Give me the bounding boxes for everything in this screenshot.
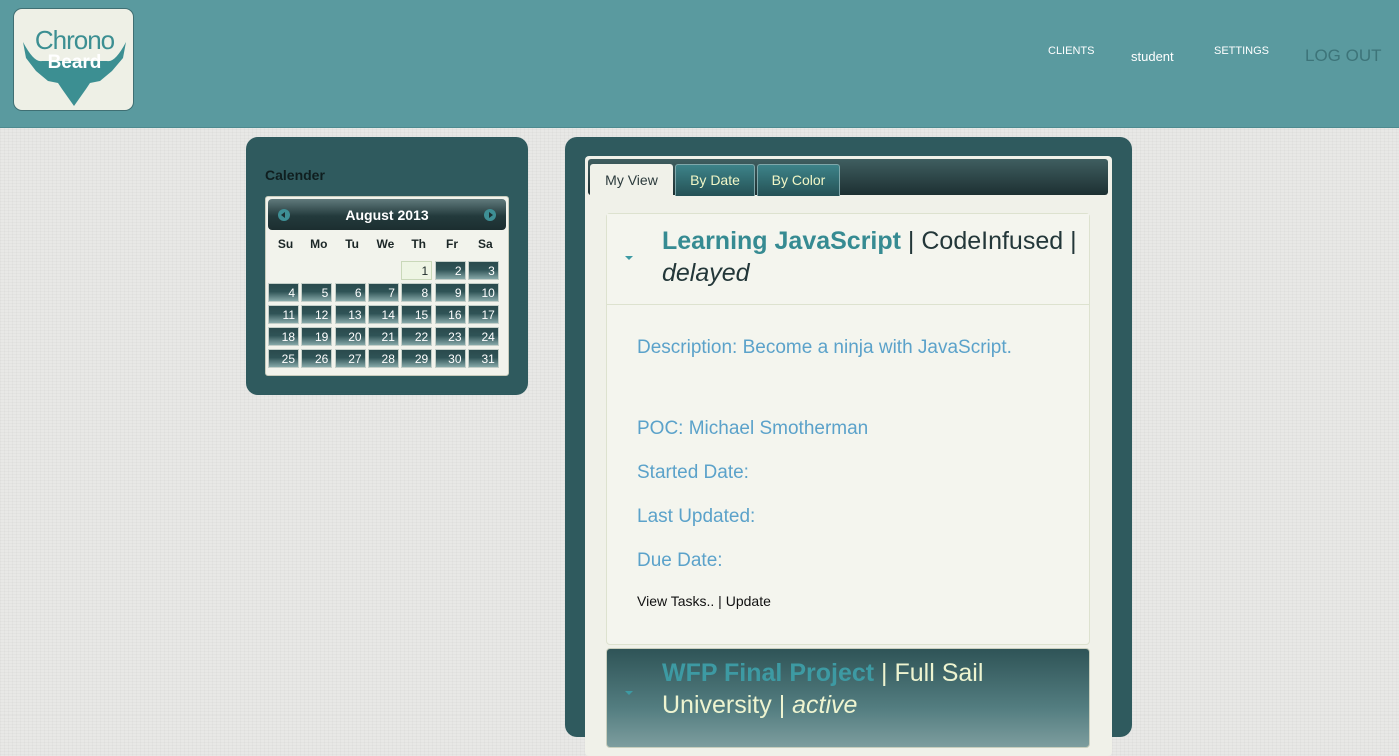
calendar-day[interactable]: 26	[301, 349, 333, 368]
nav-clients-link[interactable]: CLIENTS	[1048, 45, 1094, 57]
calendar-day[interactable]: 22	[401, 327, 433, 346]
chronobeard-logo[interactable]: Chrono Beard	[13, 8, 134, 111]
collapse-arrow-icon[interactable]	[625, 256, 633, 260]
calendar-day[interactable]: 20	[334, 327, 366, 346]
view-tasks-link[interactable]: View Tasks..	[637, 593, 714, 609]
calendar-day[interactable]: 6	[334, 283, 366, 302]
logout-link[interactable]: LOG OUT	[1305, 46, 1382, 66]
project-actions: View Tasks.. | Update	[637, 593, 771, 609]
project-card: Learning JavaScript | CodeInfused | dela…	[606, 213, 1090, 645]
logo-beard-text: Beard	[47, 52, 102, 73]
project-title: WFP Final Project | Full Sail University…	[662, 659, 984, 719]
calendar-day[interactable]: 16	[434, 305, 466, 324]
project-started-date: Started Date:	[637, 462, 749, 483]
calendar-widget: August 2013 Su Mo Tu We Th Fr Sa 1 2 3 4 5 6 7 8 9 10 11…	[265, 196, 509, 376]
project-client: CodeInfused	[921, 227, 1064, 255]
weekday-label: Su	[277, 237, 294, 251]
calendar-panel: Calender August 2013 Su Mo Tu We Th Fr Sa 1234…	[246, 137, 528, 395]
calendar-day[interactable]: 8	[401, 283, 433, 302]
calendar-day[interactable]: 17	[467, 305, 499, 324]
calendar-day[interactable]: 23	[434, 327, 466, 346]
calendar-day[interactable]: 2	[434, 261, 466, 280]
calendar-day[interactable]: 10	[467, 283, 499, 302]
calendar-day[interactable]: 21	[367, 327, 399, 346]
calendar-day[interactable]: 3	[467, 261, 499, 280]
weekday-label: Tu	[345, 237, 359, 251]
weekday-label: Mo	[310, 237, 328, 251]
calendar-day[interactable]: 19	[301, 327, 333, 346]
next-month-icon[interactable]	[484, 209, 496, 221]
calendar-day[interactable]: 31	[467, 349, 499, 368]
tab-by-date[interactable]: By Date	[675, 164, 755, 196]
project-title: Learning JavaScript | CodeInfused | dela…	[662, 227, 1077, 287]
weekday-label: Sa	[477, 237, 493, 251]
expand-arrow-icon[interactable]	[625, 691, 633, 695]
weekday-label: We	[376, 237, 395, 251]
nav-settings-link[interactable]: SETTINGS	[1214, 45, 1269, 57]
tab-by-color[interactable]: By Color	[757, 164, 840, 196]
weekday-label: Fr	[446, 237, 458, 251]
calendar-day[interactable]: 13	[334, 305, 366, 324]
calendar-day[interactable]: 28	[367, 349, 399, 368]
tab-my-view[interactable]: My View	[590, 164, 673, 196]
project-description: Description: Become a ninja with JavaScr…	[637, 337, 1012, 358]
calendar-day[interactable]: 30	[434, 349, 466, 368]
calendar-day[interactable]: 11	[268, 305, 299, 324]
calendar-day[interactable]: 4	[268, 283, 299, 302]
nav-user-link[interactable]: student	[1131, 49, 1174, 64]
calendar-day[interactable]: 18	[268, 327, 299, 346]
calendar-day[interactable]: 15	[401, 305, 433, 324]
projects-container: My View By Date By Color Learning JavaSc…	[585, 156, 1112, 756]
project-card[interactable]: WFP Final Project | Full Sail University…	[606, 648, 1090, 748]
project-last-updated: Last Updated:	[637, 506, 756, 527]
calendar-day[interactable]: 9	[434, 283, 466, 302]
view-tabs: My View By Date By Color	[588, 159, 1108, 196]
project-name: WFP Final Project	[662, 659, 875, 687]
calendar-day[interactable]: 12	[301, 305, 333, 324]
calendar-day[interactable]: 5	[301, 283, 333, 302]
project-poc: POC: Michael Smotherman	[637, 418, 869, 439]
calendar-day[interactable]: 24	[467, 327, 499, 346]
calendar-header: August 2013	[268, 199, 506, 230]
calendar-day[interactable]: 25	[268, 349, 299, 368]
project-name: Learning JavaScript	[662, 227, 901, 255]
calendar-month-label: August 2013	[345, 207, 429, 223]
calendar-day[interactable]: 14	[367, 305, 399, 324]
projects-panel: My View By Date By Color Learning JavaSc…	[565, 137, 1132, 756]
calendar-day[interactable]: 7	[367, 283, 399, 302]
calendar-title: Calender	[265, 167, 325, 183]
project-status: delayed	[662, 259, 750, 287]
project-header[interactable]: Learning JavaScript | CodeInfused | dela…	[607, 214, 1089, 305]
calendar-day[interactable]: 1	[401, 261, 433, 280]
project-due-date: Due Date:	[637, 550, 723, 571]
top-header: Chrono Beard CLIENTS student SETTINGS LO…	[0, 0, 1399, 128]
calendar-day[interactable]: 29	[401, 349, 433, 368]
calendar-day[interactable]: 27	[334, 349, 366, 368]
update-link[interactable]: Update	[726, 593, 771, 609]
weekday-label: Th	[411, 237, 427, 251]
